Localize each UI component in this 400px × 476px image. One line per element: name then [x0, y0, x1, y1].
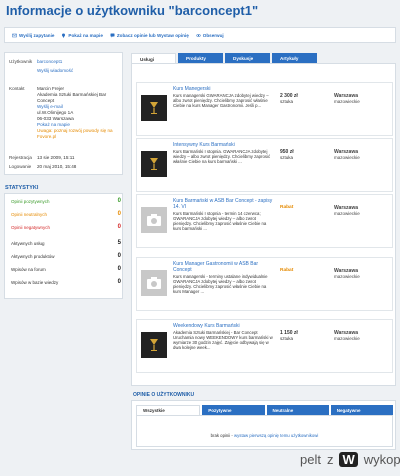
stat-value: 0 — [117, 224, 121, 230]
user-row: Użytkownik barconcept1 Wyślij wiadomość — [9, 59, 121, 74]
company-logo[interactable] — [141, 95, 167, 121]
stat-value: 0 — [117, 253, 121, 259]
opinions-panel: Wszystkie Pozytywne Neutralne Negatywne … — [131, 400, 396, 450]
watermark-user: pelt — [300, 452, 321, 467]
listing-desc: Kurs managerski GWARANCJA zdobytej wiedz… — [173, 93, 269, 108]
opinions-content: brak opinii - wystaw pierwszą opinię tem… — [136, 415, 393, 447]
opinions-button[interactable]: Zobacz opinie lub Wystaw opinię — [110, 33, 189, 38]
listing-price: 950 zł sztuka — [280, 149, 294, 161]
add-opinion-link[interactable]: wystaw pierwszą opinię temu użytkownikow… — [234, 433, 318, 438]
send-message-link[interactable]: Wyślij wiadomość — [37, 68, 121, 74]
listing-price: 2 300 zł sztuka — [280, 93, 298, 105]
opinions-tabs: Wszystkie Pozytywne Neutralne Negatywne — [136, 405, 393, 415]
stat-products: Aktywnych produktów 0 — [11, 253, 121, 259]
stat-negative: Opinii negatywnych 0 — [11, 224, 121, 230]
stat-neutral: Opinii neutralnych 0 — [11, 211, 121, 217]
send-inquiry-button[interactable]: Wyślij zapytanie — [12, 33, 54, 38]
registration-label: Rejestracja — [9, 155, 32, 160]
company-logo[interactable] — [141, 332, 167, 358]
eye-icon — [196, 33, 201, 37]
registration-date: 13 sie 2009, 15:11 — [37, 155, 75, 160]
tab-neutral-opinions[interactable]: Neutralne — [266, 405, 329, 415]
listing-title[interactable]: Weekendowy Kurs Barmański — [173, 323, 273, 329]
discount-badge: Rabat — [280, 268, 294, 273]
tab-all-opinions[interactable]: Wszystkie — [136, 405, 201, 415]
registration-row: Rejestracja 13 sie 2009, 15:11 — [9, 155, 121, 161]
list-item: Weekendowy Kurs Barmański Akademia Sztuk… — [136, 319, 393, 373]
stat-value: 0 — [117, 211, 121, 217]
listing-title[interactable]: Kurs Manager Gastronomii w ASB Bar Conce… — [173, 261, 273, 273]
listing-location: Warszawa mazowieckie — [334, 205, 360, 217]
empty-opinions-message: brak opinii - wystaw pierwszą opinię tem… — [210, 433, 319, 438]
username-link[interactable]: barconcept1 — [37, 59, 121, 65]
listing-title[interactable]: Intensywny Kurs Barmański — [173, 142, 273, 148]
listing-desc: Akademia Sztuki Barmańskiej - Bar Concep… — [173, 330, 273, 350]
stat-positive: Opinii pozytywnych 0 — [11, 198, 121, 204]
wykop-logo-icon: W — [339, 452, 358, 467]
listing-location: Warszawa mazowieckie — [334, 268, 360, 280]
stat-knowledge: Wpisów w bazie wiedzy 0 — [11, 279, 121, 285]
profile-card: Użytkownik barconcept1 Wyślij wiadomość … — [4, 52, 123, 175]
map-icon — [62, 33, 66, 38]
stat-label: Aktywnych produktów — [11, 253, 55, 259]
login-label: Logowanie — [9, 164, 32, 169]
login-date: 20 maj 2010, 15:48 — [37, 164, 77, 169]
tab-negative-opinions[interactable]: Negatywne — [330, 405, 393, 415]
stat-value: 0 — [117, 279, 121, 285]
watermark-sep: z — [326, 452, 334, 467]
camera-icon[interactable] — [141, 207, 167, 233]
show-map-button[interactable]: Pokaż na mapie — [61, 33, 103, 38]
stat-label: Wpisów na forum — [11, 266, 46, 272]
user-label: Użytkownik — [9, 59, 33, 64]
tab-positive-opinions[interactable]: Pozytywne — [202, 405, 265, 415]
list-item: Kurs Manegerski Kurs managerski GWARANCJ… — [136, 82, 393, 136]
observe-button[interactable]: Obserwuj — [196, 33, 224, 38]
opinions-title: OPINIE O UŻYTKOWNIKU — [133, 392, 195, 398]
listing-location: Warszawa mazowieckie — [334, 149, 360, 161]
list-item: Intensywny Kurs Barmański Kurs Barmański… — [136, 138, 393, 192]
listing-price: 1 150 zł sztuka — [280, 330, 298, 342]
stat-label: Opinii negatywnych — [11, 224, 51, 230]
listing-panel: Kurs Manegerski Kurs managerski GWARANCJ… — [131, 63, 396, 386]
stat-forum: Wpisów na forum 0 — [11, 266, 121, 272]
stat-label: Opinii neutralnych — [11, 211, 48, 217]
action-bar: Wyślij zapytanie Pokaż na mapie Zobacz o… — [4, 27, 396, 43]
list-item: Kurs Barmański w ASB Bar Concept - zapis… — [136, 194, 393, 248]
list-item: Kurs Manager Gastronomii w ASB Bar Conce… — [136, 257, 393, 311]
login-row: Logowanie 20 maj 2010, 15:48 — [9, 164, 121, 170]
company-name: Akademia Sztuki Barmańskiej Bar Concept — [37, 92, 107, 103]
comment-icon — [110, 33, 115, 37]
stat-value: 0 — [117, 266, 121, 272]
listing-location: Warszawa mazowieckie — [334, 93, 360, 105]
promo-note: Uwaga: poznaj rozwój powody się na Fovor… — [37, 128, 113, 139]
stat-label: Aktywnych usług — [11, 240, 45, 246]
stat-services: Aktywnych usług 5 — [11, 240, 121, 246]
stats-panel: Opinii pozytywnych 0 Opinii neutralnych … — [4, 193, 123, 299]
listing-title[interactable]: Kurs Manegerski — [173, 86, 273, 92]
listing-desc: Kurs managerski - terminy ustalane indyw… — [173, 274, 268, 294]
company-logo[interactable] — [141, 151, 167, 177]
page-title: Informacje o użytkowniku "barconcept1" — [6, 3, 259, 18]
listing-desc: Kurs Barmański I stopnia. GWARANCJA zdob… — [173, 149, 271, 164]
mail-icon — [12, 33, 17, 37]
stat-value: 5 — [117, 240, 121, 246]
contact-row: Kontakt Marcin Frejer Akademia Sztuki Ba… — [9, 86, 121, 140]
contact-label: Kontakt — [9, 86, 25, 91]
stat-value: 0 — [117, 198, 121, 204]
stat-label: Opinii pozytywnych — [11, 198, 50, 204]
stats-title: STATYSTYKI — [5, 185, 39, 191]
listing-desc: Kurs Barmański I stopnia - termin 14 cze… — [173, 211, 267, 231]
watermark-brand: wykop.pl — [363, 452, 400, 467]
watermark: pelt z W wykop.pl — [300, 452, 400, 467]
discount-badge: Rabat — [280, 205, 294, 210]
stat-label: Wpisów w bazie wiedzy — [11, 279, 59, 285]
listing-title[interactable]: Kurs Barmański w ASB Bar Concept - zapis… — [173, 198, 273, 210]
camera-icon[interactable] — [141, 270, 167, 296]
listing-location: Warszawa mazowieckie — [334, 330, 360, 342]
